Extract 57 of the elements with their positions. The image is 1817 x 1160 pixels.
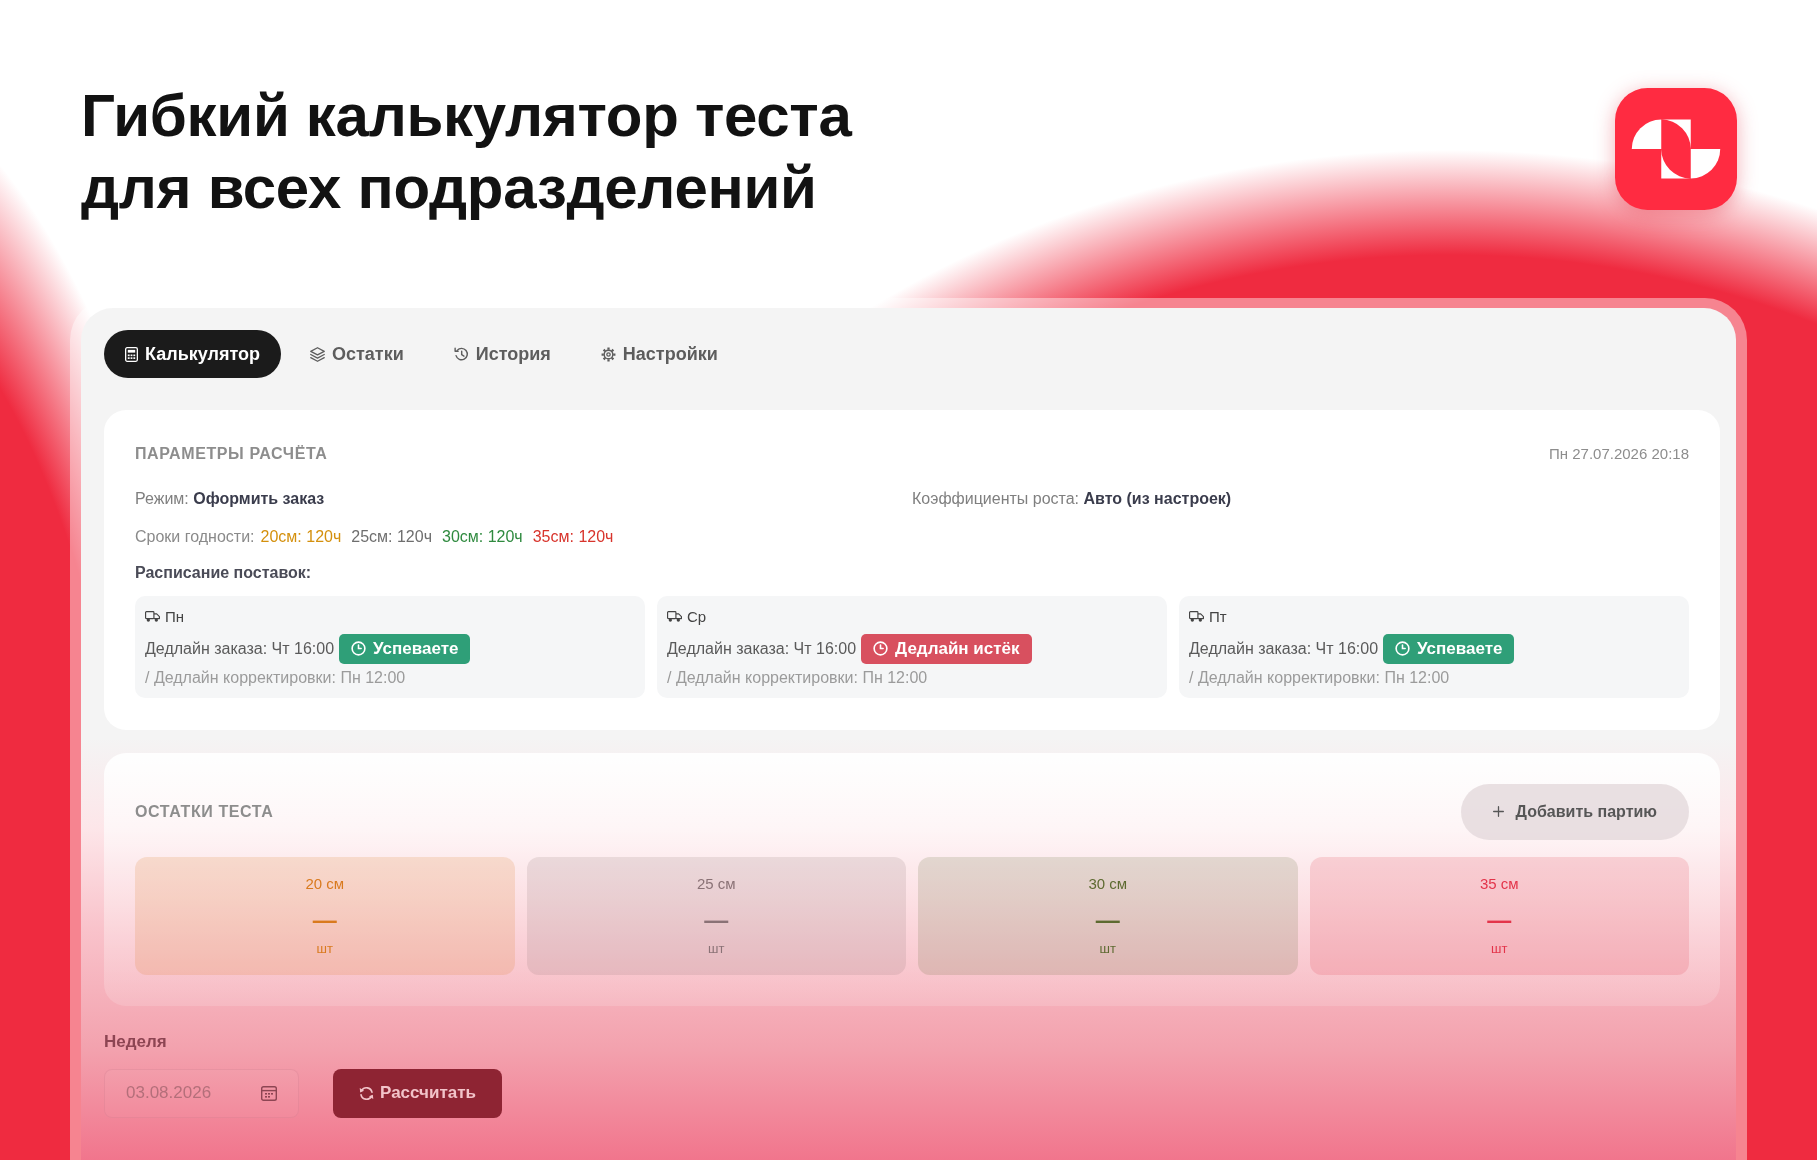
timestamp: Пн 27.07.2026 20:18	[1549, 444, 1689, 464]
clock-icon	[1395, 641, 1411, 656]
correction-deadline: / Дедлайн корректировки: Пн 12:00	[145, 667, 406, 688]
layers-icon	[310, 346, 325, 362]
shelf-life-value: 35см: 120ч	[532, 526, 614, 547]
section-title: ПАРАМЕТРЫ РАСЧЁТА	[135, 444, 328, 465]
unit-label: шт	[1491, 939, 1508, 958]
tab[interactable]: История	[432, 330, 572, 378]
shelf-life-value: 20см: 120ч	[260, 526, 342, 547]
status-text: Успеваете	[373, 637, 459, 660]
tile-size-label: 20 см	[305, 873, 345, 894]
mode-text: Режим: Оформить заказ	[135, 488, 326, 509]
calculate-button[interactable]: Рассчитать	[333, 1068, 502, 1118]
add-batch-button[interactable]: Добавить партию	[1460, 783, 1689, 840]
tab[interactable]: Остатки	[289, 330, 425, 378]
tab[interactable]: Калькулятор	[104, 330, 281, 378]
truck-icon	[145, 611, 160, 622]
page-headline: Гибкий калькулятор теста для всех подразделений	[81, 81, 852, 223]
unit-label: шт	[708, 939, 725, 958]
shelf-life-label: Сроки годности:	[135, 526, 255, 547]
history-icon	[453, 346, 469, 362]
order-deadline: Дедлайн заказа: Чт 16:00	[145, 639, 335, 659]
status-text: Дедлайн истёк	[895, 637, 1020, 660]
stock-value: —	[1487, 909, 1512, 930]
plus-icon	[1492, 806, 1504, 817]
truck-icon	[667, 611, 682, 622]
tile-size-label: 35 см	[1479, 873, 1519, 894]
stock-value: —	[704, 909, 729, 930]
tile-size-label: 25 см	[696, 873, 736, 894]
stock-value: —	[1095, 909, 1120, 930]
unit-label: шт	[316, 939, 333, 958]
order-deadline: Дедлайн заказа: Чт 16:00	[667, 639, 857, 659]
correction-deadline: / Дедлайн корректировки: Пн 12:00	[667, 667, 928, 688]
refresh-icon	[359, 1085, 375, 1101]
delivery-day: Пт	[1209, 605, 1227, 628]
truck-icon	[1189, 611, 1204, 622]
week-label: Неделя	[104, 1031, 168, 1052]
status-text: Успеваете	[1417, 637, 1503, 660]
shelf-life-value: 25см: 120ч	[351, 526, 432, 547]
clock-icon	[351, 641, 367, 656]
delivery-day: Ср	[687, 605, 707, 628]
order-deadline: Дедлайн заказа: Чт 16:00	[1189, 639, 1379, 659]
delivery-day: Пн	[165, 605, 185, 628]
stock-value: —	[312, 909, 337, 930]
tile-size-label: 30 см	[1088, 873, 1128, 894]
calculator-icon	[125, 346, 138, 362]
clock-icon	[873, 641, 889, 656]
tab[interactable]: Настройки	[579, 330, 739, 378]
shelf-life-value: 30см: 120ч	[442, 526, 523, 547]
calendar-icon	[261, 1084, 277, 1101]
schedule-title: Расписание поставок:	[135, 562, 313, 583]
unit-label: шт	[1099, 939, 1116, 958]
growth-factors-text: Коэффициенты роста: Авто (из настроек)	[912, 488, 1233, 509]
gear-icon	[600, 346, 616, 362]
section-title: ОСТАТКИ ТЕСТА	[135, 801, 274, 822]
logo-icon	[1615, 88, 1737, 210]
correction-deadline: / Дедлайн корректировки: Пн 12:00	[1189, 667, 1450, 688]
